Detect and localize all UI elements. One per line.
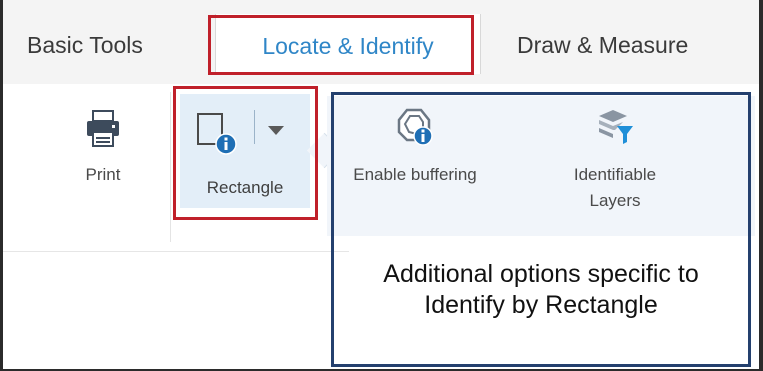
printer-icon: [87, 110, 119, 147]
options-callout-box: [331, 92, 751, 367]
group-separator: [170, 92, 171, 242]
right-border: [759, 0, 763, 371]
print-label: Print: [85, 165, 121, 184]
screenshot-frame: Basic Tools Locate & Identify Draw & Mea…: [0, 0, 763, 371]
print-button[interactable]: Print: [58, 110, 148, 185]
callout-line-1: Additional options specific to: [383, 260, 699, 288]
tab-highlight-box: [208, 15, 474, 75]
rectangle-highlight-box: [173, 86, 318, 220]
callout-line-2: Identify by Rectangle: [424, 291, 658, 319]
ribbon-divider: [3, 251, 349, 252]
tab-basic-tools[interactable]: Basic Tools: [27, 20, 143, 70]
tab-draw-measure[interactable]: Draw & Measure: [517, 20, 688, 70]
callout-caption: Additional options specific to Identify …: [334, 259, 748, 321]
